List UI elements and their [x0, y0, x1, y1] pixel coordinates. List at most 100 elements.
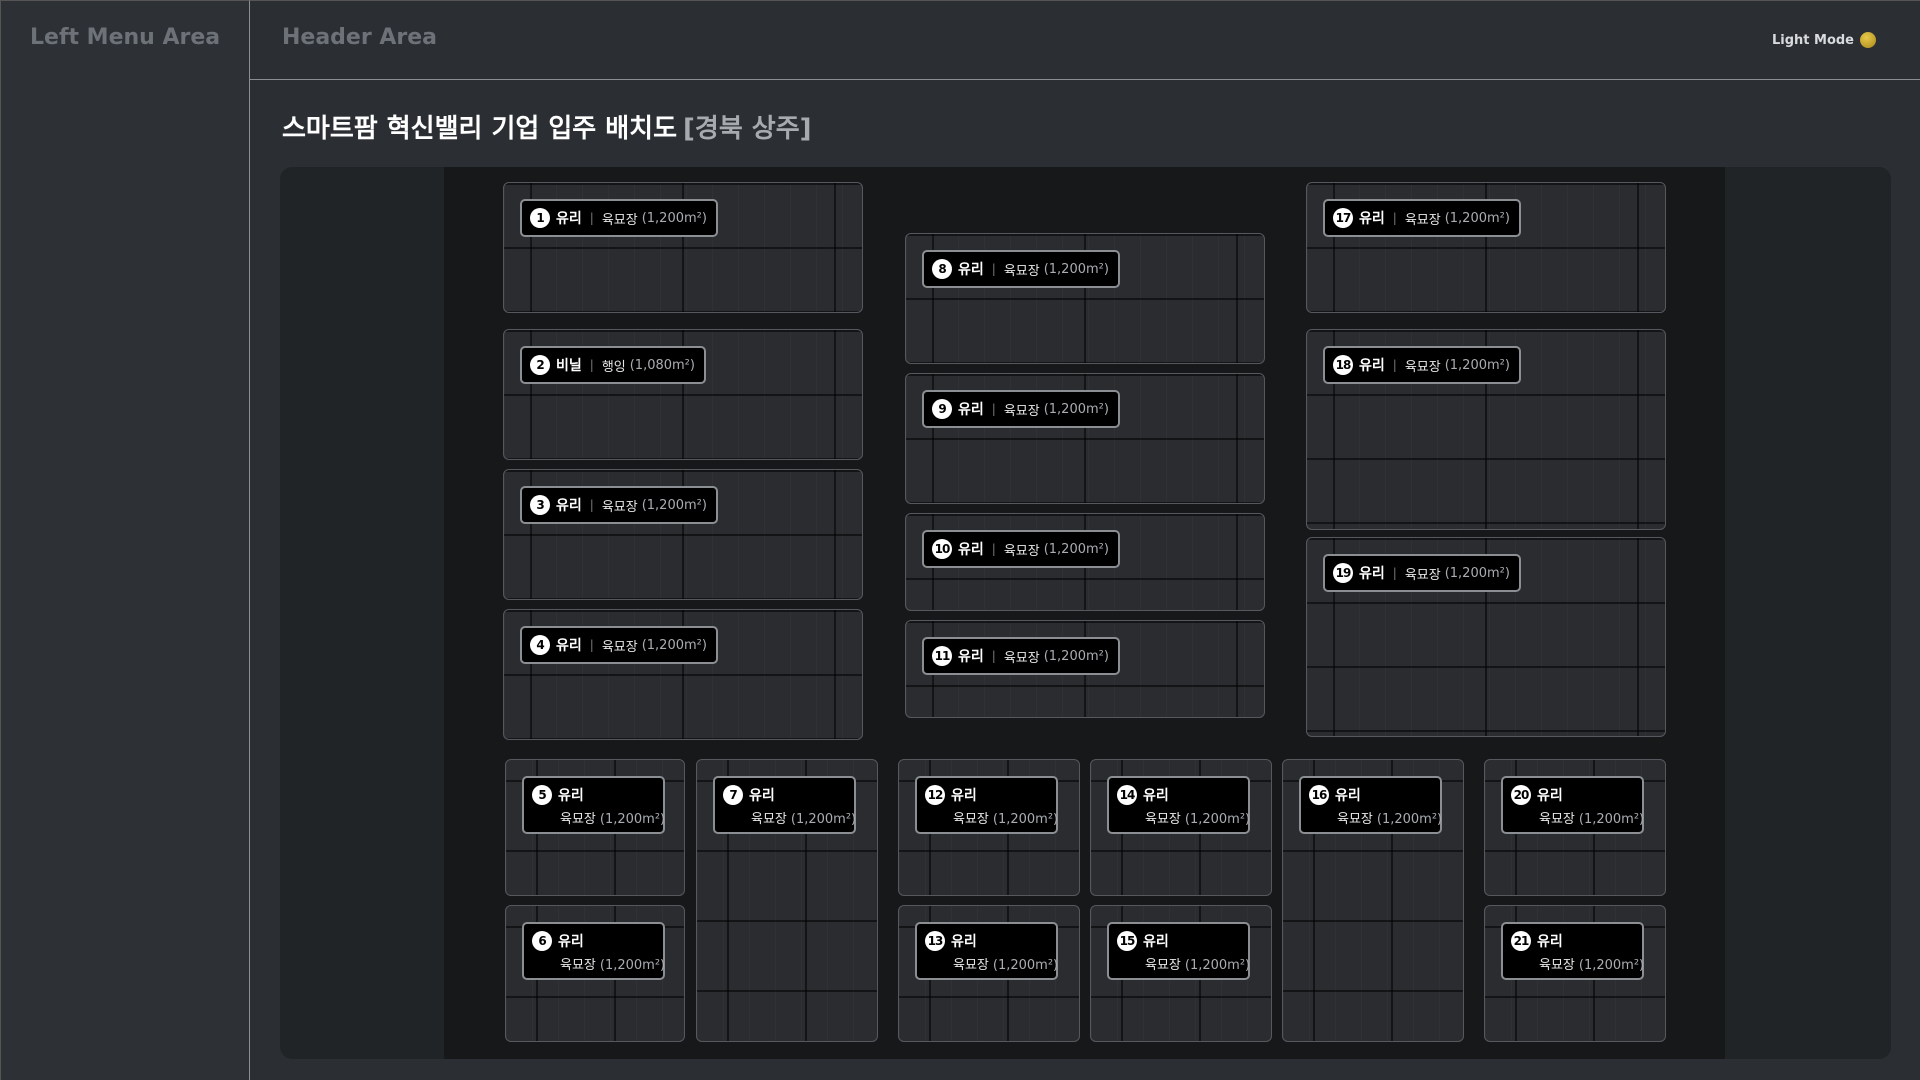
plot-label[interactable]: 19 유리 | 육묘장 (1,200m²) [1323, 554, 1521, 592]
plot-number-badge: 4 [530, 635, 550, 655]
plot-area: (1,200m²) [599, 812, 666, 827]
plot-number-badge: 19 [1333, 563, 1353, 583]
plot-number-badge: 7 [723, 785, 743, 805]
separator: | [589, 211, 594, 225]
plot-number-badge: 10 [932, 539, 952, 559]
plot-label[interactable]: 12 유리 육묘장 (1,200m²) [915, 776, 1058, 834]
plot-number-badge: 16 [1309, 785, 1329, 805]
plot-number-badge: 21 [1511, 931, 1531, 951]
plot-use: 육묘장 [1145, 812, 1181, 827]
plot-number-badge: 12 [925, 785, 945, 805]
plot-label[interactable]: 18 유리 | 육묘장 (1,200m²) [1323, 346, 1521, 384]
plot-13[interactable]: 13 유리 육묘장 (1,200m²) [898, 905, 1080, 1042]
plot-area: (1,200m²) [992, 812, 1059, 827]
plot-label[interactable]: 4 유리 | 육묘장 (1,200m²) [520, 626, 718, 664]
plot-12[interactable]: 12 유리 육묘장 (1,200m²) [898, 759, 1080, 896]
plot-type: 유리 [958, 542, 984, 558]
plot-use: 육묘장 [953, 812, 989, 827]
page-title: 스마트팜 혁신밸리 기업 입주 배치도 [경북 상주] [282, 108, 812, 145]
site-map: 1 유리 | 육묘장 (1,200m²) 2 비닐 | 행잉 (1,080m²) 3 유리 | 육묘장… [280, 167, 1891, 1059]
plot-use: 육묘장 [1145, 958, 1181, 973]
plot-18[interactable]: 18 유리 | 육묘장 (1,200m²) [1306, 329, 1666, 530]
plot-use: 육묘장 [601, 499, 638, 515]
plot-type: 유리 [1359, 211, 1385, 227]
separator: | [1392, 358, 1397, 372]
plot-21[interactable]: 21 유리 육묘장 (1,200m²) [1484, 905, 1666, 1042]
plot-type: 유리 [1143, 788, 1169, 804]
left-menu-title: Left Menu Area [30, 25, 221, 50]
plot-type: 유리 [958, 402, 984, 418]
plot-type: 유리 [958, 649, 984, 665]
plot-type: 비닐 [556, 358, 582, 374]
plot-3[interactable]: 3 유리 | 육묘장 (1,200m²) [503, 469, 863, 600]
plot-use: 육묘장 [1404, 212, 1441, 228]
plot-type: 유리 [558, 934, 584, 950]
plot-number-badge: 6 [532, 931, 552, 951]
plot-label[interactable]: 11 유리 | 육묘장 (1,200m²) [922, 637, 1120, 675]
separator: | [991, 262, 996, 276]
plot-15[interactable]: 15 유리 육묘장 (1,200m²) [1090, 905, 1272, 1042]
plot-label[interactable]: 7 유리육묘장 (1,200m²) [713, 776, 856, 834]
plot-label[interactable]: 13 유리 육묘장 (1,200m²) [915, 922, 1058, 980]
plot-label[interactable]: 16 유리 육묘장 (1,200m²) [1299, 776, 1442, 834]
plot-type: 유리 [749, 788, 775, 804]
plot-label[interactable]: 14 유리육묘장 (1,200m²) [1107, 776, 1250, 834]
plot-label[interactable]: 6 유리육묘장 (1,200m²) [522, 922, 665, 980]
separator: | [991, 542, 996, 556]
plot-8[interactable]: 8 유리 | 육묘장 (1,200m²) [905, 233, 1265, 364]
plot-4[interactable]: 4 유리 | 육묘장 (1,200m²) [503, 609, 863, 740]
page-title-location: [경북 상주] [683, 114, 812, 144]
plot-9[interactable]: 9 유리 | 육묘장 (1,200m²) [905, 373, 1265, 504]
plot-label[interactable]: 2 비닐 | 행잉 (1,080m²) [520, 346, 706, 384]
plot-type: 유리 [556, 638, 582, 654]
plot-11[interactable]: 11 유리 | 육묘장 (1,200m²) [905, 620, 1265, 718]
plot-number-badge: 3 [530, 495, 550, 515]
light-mode-toggle[interactable]: Light Mode [1772, 32, 1876, 48]
plot-number-badge: 5 [532, 785, 552, 805]
plot-use: 행잉 [601, 359, 626, 375]
plot-area: (1,200m²) [992, 958, 1059, 973]
plot-use: 육묘장 [1539, 958, 1575, 973]
plot-type: 유리 [1537, 788, 1563, 804]
plot-label[interactable]: 5 유리 육묘장 (1,200m²) [522, 776, 665, 834]
plot-10[interactable]: 10 유리 | 육묘장 (1,200m²) [905, 513, 1265, 611]
plot-use: 육묘장 [953, 958, 989, 973]
plot-20[interactable]: 20 유리 육묘장 (1,200m²) [1484, 759, 1666, 896]
plot-5[interactable]: 5 유리 육묘장 (1,200m²) [505, 759, 685, 896]
plot-label[interactable]: 10 유리 | 육묘장 (1,200m²) [922, 530, 1120, 568]
plot-label[interactable]: 1 유리 | 육묘장 (1,200m²) [520, 199, 718, 237]
plot-16[interactable]: 16 유리 육묘장 (1,200m²) [1282, 759, 1464, 1042]
plot-area: (1,200m²) [790, 812, 857, 827]
plot-number-badge: 14 [1117, 785, 1137, 805]
plot-use: 육묘장 [560, 958, 596, 973]
plot-area: (1,200m²) [1444, 565, 1510, 581]
plot-label[interactable]: 17 유리 | 육묘장 (1,200m²) [1323, 199, 1521, 237]
plot-label[interactable]: 9 유리 | 육묘장 (1,200m²) [922, 390, 1120, 428]
light-mode-label: Light Mode [1771, 32, 1854, 48]
separator: | [991, 402, 996, 416]
plot-1[interactable]: 1 유리 | 육묘장 (1,200m²) [503, 182, 863, 313]
plot-7[interactable]: 7 유리육묘장 (1,200m²) [696, 759, 878, 1042]
plot-label[interactable]: 3 유리 | 육묘장 (1,200m²) [520, 486, 718, 524]
plot-label[interactable]: 8 유리 | 육묘장 (1,200m²) [922, 250, 1120, 288]
plot-6[interactable]: 6 유리육묘장 (1,200m²) [505, 905, 685, 1042]
plot-label[interactable]: 15 유리 육묘장 (1,200m²) [1107, 922, 1250, 980]
plot-area: (1,200m²) [641, 497, 707, 513]
page-title-main: 스마트팜 혁신밸리 기업 입주 배치도 [282, 114, 678, 144]
plot-area: (1,200m²) [1444, 357, 1510, 373]
plot-14[interactable]: 14 유리육묘장 (1,200m²) [1090, 759, 1272, 896]
separator: | [1392, 566, 1397, 580]
plot-2[interactable]: 2 비닐 | 행잉 (1,080m²) [503, 329, 863, 460]
plot-label[interactable]: 21 유리 육묘장 (1,200m²) [1501, 922, 1644, 980]
plot-number-badge: 9 [932, 399, 952, 419]
plot-area: (1,200m²) [1184, 812, 1251, 827]
plot-number-badge: 20 [1511, 785, 1531, 805]
plot-19[interactable]: 19 유리 | 육묘장 (1,200m²) [1306, 537, 1666, 737]
plot-type: 유리 [1359, 566, 1385, 582]
plot-label[interactable]: 20 유리 육묘장 (1,200m²) [1501, 776, 1644, 834]
plot-use: 육묘장 [751, 812, 787, 827]
plot-area: (1,200m²) [599, 958, 666, 973]
plot-17[interactable]: 17 유리 | 육묘장 (1,200m²) [1306, 182, 1666, 313]
plot-number-badge: 8 [932, 259, 952, 279]
plot-type: 유리 [556, 498, 582, 514]
